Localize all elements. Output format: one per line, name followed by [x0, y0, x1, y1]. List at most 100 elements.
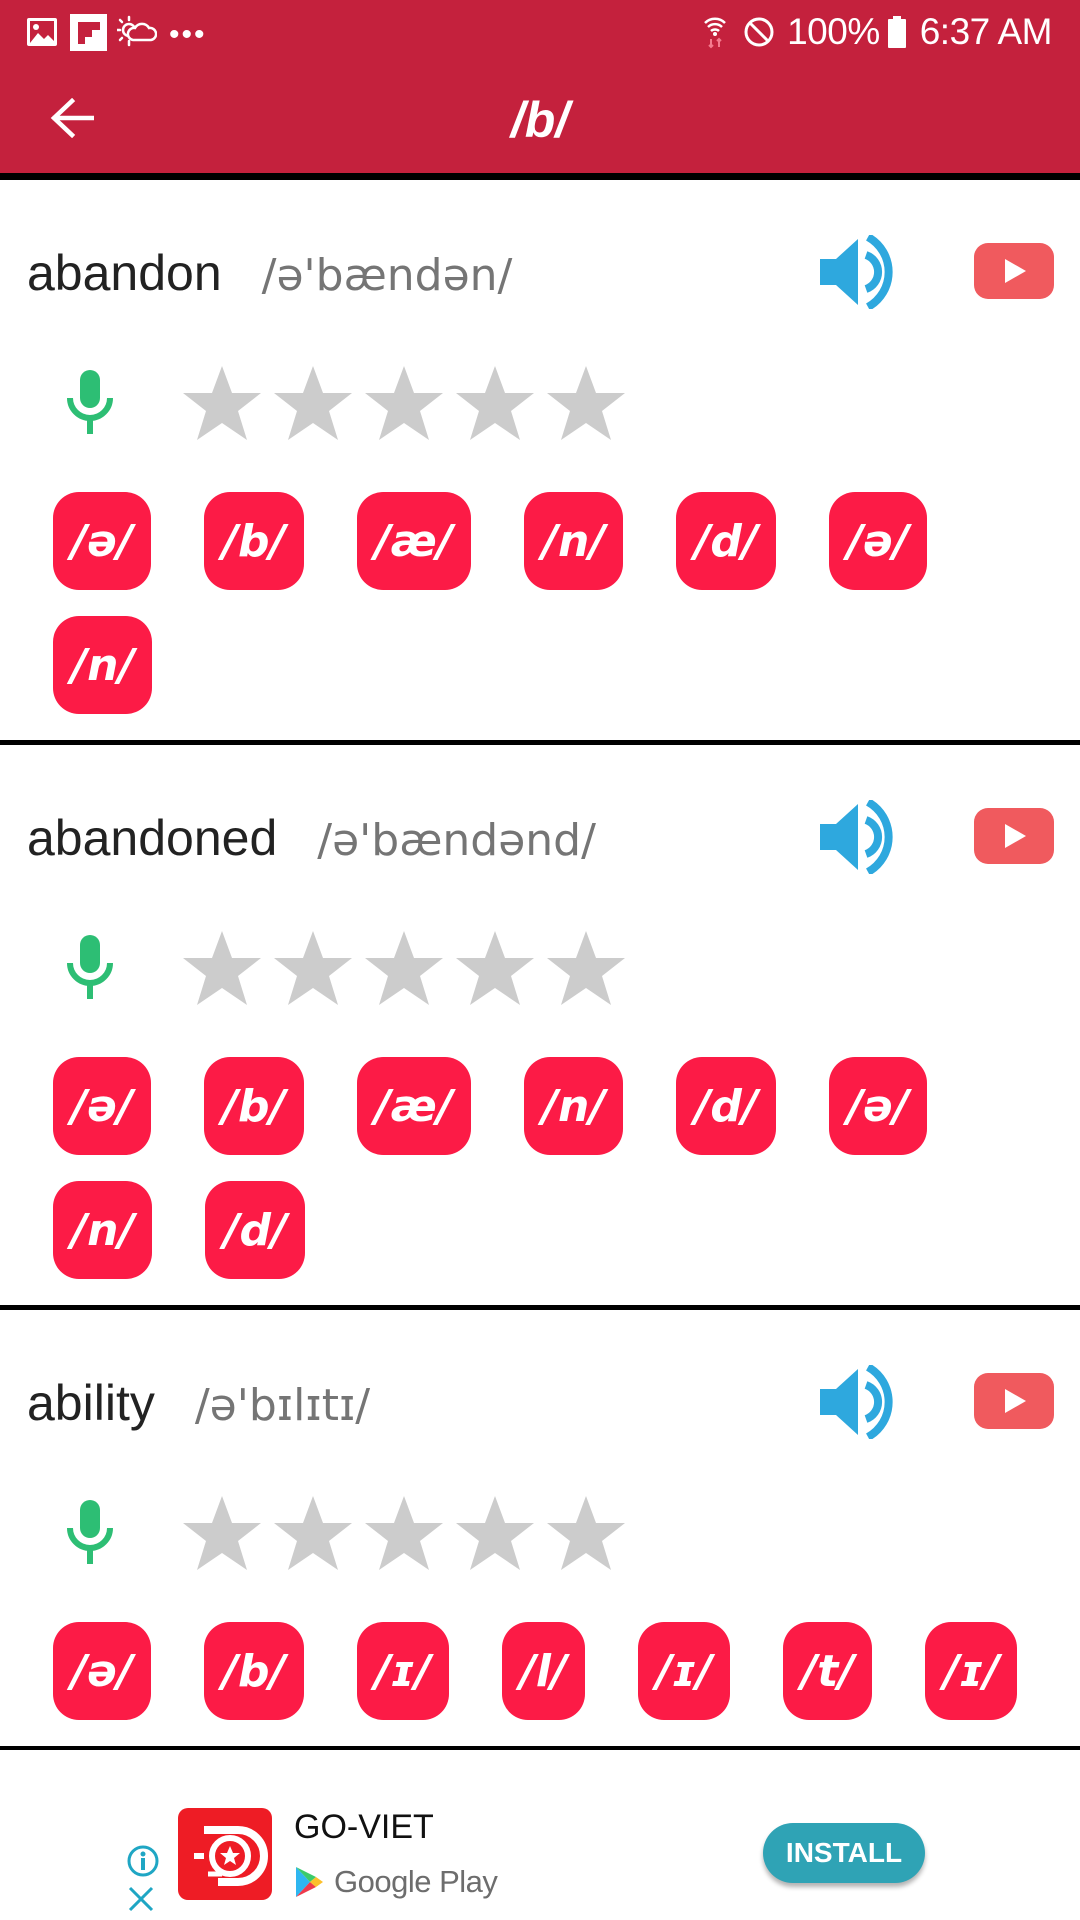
word-heading: ability/ə'bɪlɪtɪ/ — [27, 1375, 370, 1434]
phoneme-list: /ə/ /b/ /æ/ /n/ /d/ /ə/ /n/ /d/ — [0, 1057, 1080, 1305]
install-button[interactable]: INSTALL — [763, 1823, 925, 1883]
flipboard-icon — [70, 13, 107, 51]
star-icon[interactable] — [363, 364, 445, 442]
speaker-icon[interactable] — [818, 1365, 896, 1439]
phoneme-button[interactable]: /t/ — [783, 1622, 873, 1720]
star-icon[interactable] — [272, 1494, 354, 1572]
status-bar: ••• 100% 6:37 AM — [0, 0, 1080, 66]
pronunciation: /ə'bændən/ — [261, 250, 513, 301]
word-card: ability/ə'bɪlɪtɪ/ /ə/ /b/ /ɪ/ /l/ /ɪ/ /t/ /ɪ/ — [0, 1310, 1080, 1751]
phoneme-button[interactable]: /n/ — [523, 492, 624, 590]
back-button[interactable] — [40, 86, 104, 150]
word-heading: abandoned/ə'bændənd/ — [27, 810, 596, 869]
weather-icon — [117, 15, 157, 47]
notification-icons: ••• — [26, 13, 207, 51]
info-icon[interactable] — [126, 1844, 160, 1878]
speaker-icon[interactable] — [818, 800, 896, 874]
star-rating[interactable] — [181, 364, 636, 442]
phoneme-button[interactable]: /d/ — [676, 1057, 776, 1155]
battery-percent: 100% — [787, 11, 880, 52]
phoneme-button[interactable]: /ə/ — [53, 1622, 151, 1720]
star-icon[interactable] — [454, 364, 536, 442]
rating-row — [0, 1494, 1080, 1622]
star-icon[interactable] — [454, 929, 536, 1007]
youtube-icon[interactable] — [974, 808, 1054, 864]
word-row: ability/ə'bɪlɪtɪ/ — [0, 1310, 1080, 1494]
wifi-icon — [704, 17, 726, 49]
word-text: abandoned — [27, 810, 278, 866]
phoneme-button[interactable]: /ə/ — [53, 492, 151, 590]
rating-row — [0, 929, 1080, 1057]
system-icons: 100% 6:37 AM — [703, 10, 1053, 54]
star-icon[interactable] — [363, 929, 445, 1007]
do-not-disturb-icon — [744, 17, 774, 47]
pronunciation: /ə'bɪlɪtɪ/ — [194, 1380, 371, 1431]
youtube-icon[interactable] — [974, 243, 1054, 299]
phoneme-row: /n/ — [53, 616, 1080, 714]
word-row: abandon/ə'bændən/ — [0, 180, 1080, 364]
phoneme-button[interactable]: /ə/ — [828, 492, 927, 590]
phoneme-button[interactable]: /l/ — [501, 1622, 585, 1720]
ad-store: Google Play — [294, 1864, 498, 1900]
phoneme-button[interactable]: /d/ — [205, 1181, 306, 1279]
ad-app-name[interactable]: GO-VIET — [294, 1807, 434, 1847]
google-play-icon — [296, 1867, 323, 1897]
phoneme-button[interactable]: /æ/ — [356, 1057, 471, 1155]
phoneme-button[interactable]: /ɪ/ — [925, 1622, 1018, 1720]
star-icon[interactable] — [181, 364, 263, 442]
phoneme-button[interactable]: /b/ — [203, 492, 304, 590]
battery-icon — [887, 16, 906, 48]
star-rating[interactable] — [181, 1494, 636, 1572]
microphone-icon[interactable] — [64, 1500, 116, 1564]
word-heading: abandon/ə'bændən/ — [27, 245, 512, 304]
phoneme-button[interactable]: /æ/ — [356, 492, 471, 590]
gallery-icon — [27, 18, 57, 46]
phoneme-button[interactable]: /ɪ/ — [638, 1622, 731, 1720]
microphone-icon[interactable] — [64, 935, 116, 999]
star-icon[interactable] — [363, 1494, 445, 1572]
ad-app-icon[interactable] — [178, 1808, 272, 1900]
phoneme-list: /ə/ /b/ /æ/ /n/ /d/ /ə/ /n/ — [0, 492, 1080, 740]
youtube-icon[interactable] — [974, 1373, 1054, 1429]
star-icon[interactable] — [454, 1494, 536, 1572]
speaker-icon[interactable] — [818, 235, 896, 309]
phoneme-list: /ə/ /b/ /ɪ/ /l/ /ɪ/ /t/ /ɪ/ — [0, 1622, 1080, 1746]
phoneme-button[interactable]: /b/ — [203, 1622, 304, 1720]
phoneme-button[interactable]: /n/ — [53, 1181, 153, 1279]
word-card: abandon/ə'bændən/ /ə/ /b/ /æ/ /n/ /d/ /ə/ /n/ — [0, 180, 1080, 745]
header: ••• 100% 6:37 AM /b/ — [0, 0, 1080, 180]
star-rating[interactable] — [181, 929, 636, 1007]
phoneme-button[interactable]: /ə/ — [828, 1057, 927, 1155]
star-icon[interactable] — [272, 929, 354, 1007]
word-list: abandon/ə'bændən/ /ə/ /b/ /æ/ /n/ /d/ /ə/ /n/ab… — [0, 180, 1080, 1751]
phoneme-row: /n/ /d/ — [53, 1181, 1080, 1279]
star-icon[interactable] — [545, 364, 627, 442]
ad-banner[interactable]: GO-VIET Google Play INSTALL — [0, 1750, 1080, 1920]
phoneme-button[interactable]: /ə/ — [53, 1057, 151, 1155]
pronunciation: /ə'bændənd/ — [317, 815, 596, 866]
phoneme-row: /ə/ /b/ /ɪ/ /l/ /ɪ/ /t/ /ɪ/ — [53, 1622, 1080, 1720]
phoneme-row: /ə/ /b/ /æ/ /n/ /d/ /ə/ — [53, 1057, 1080, 1155]
phoneme-row: /ə/ /b/ /æ/ /n/ /d/ /ə/ — [53, 492, 1080, 590]
star-icon[interactable] — [272, 364, 354, 442]
more-notifications-icon: ••• — [169, 18, 207, 51]
phoneme-button[interactable]: /b/ — [203, 1057, 304, 1155]
phoneme-button[interactable]: /ɪ/ — [356, 1622, 449, 1720]
phoneme-button[interactable]: /n/ — [53, 616, 153, 714]
phoneme-button[interactable]: /d/ — [676, 492, 776, 590]
page-title: /b/ — [510, 92, 570, 148]
app-bar: /b/ — [0, 66, 1080, 173]
ad-store-label: Google Play — [334, 1864, 498, 1899]
star-icon[interactable] — [545, 929, 627, 1007]
close-icon[interactable] — [126, 1886, 156, 1912]
word-text: ability — [27, 1375, 155, 1431]
microphone-icon[interactable] — [64, 370, 116, 434]
star-icon[interactable] — [181, 929, 263, 1007]
star-icon[interactable] — [181, 1494, 263, 1572]
clock: 6:37 AM — [919, 11, 1053, 52]
word-text: abandon — [27, 245, 222, 301]
word-row: abandoned/ə'bændənd/ — [0, 745, 1080, 929]
word-card: abandoned/ə'bændənd/ /ə/ /b/ /æ/ /n/ /d/ /ə/ /n… — [0, 745, 1080, 1310]
phoneme-button[interactable]: /n/ — [523, 1057, 624, 1155]
star-icon[interactable] — [545, 1494, 627, 1572]
